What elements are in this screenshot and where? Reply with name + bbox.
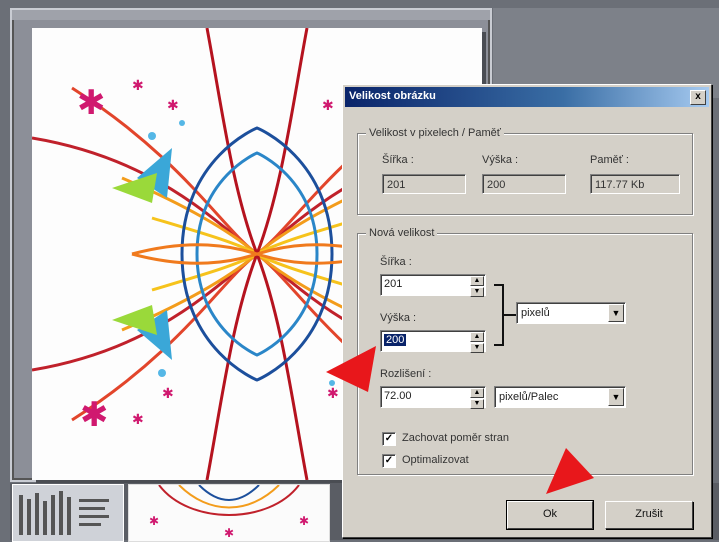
current-height-label: Výška : xyxy=(482,154,519,166)
new-height-value[interactable]: 200 xyxy=(384,334,407,346)
size-unit-select[interactable]: pixelů ▼ xyxy=(516,302,626,324)
spin-down-icon[interactable]: ▼ xyxy=(470,399,484,409)
dropdown-arrow-icon[interactable]: ▼ xyxy=(608,304,624,322)
resolution-label: Rozlišení : xyxy=(380,368,432,380)
aspect-link-bracket xyxy=(494,284,504,346)
annotation-arrow-icon xyxy=(546,448,594,494)
resolution-spin-buttons[interactable]: ▲ ▼ xyxy=(470,388,484,409)
memory-label: Paměť : xyxy=(590,154,629,166)
new-height-label: Výška : xyxy=(380,312,417,324)
new-width-value[interactable]: 201 xyxy=(384,278,402,290)
new-height-spinner[interactable]: 200 ▲ ▼ xyxy=(380,330,486,353)
image-thumbnail[interactable]: ✱ ✱ ✱ xyxy=(128,484,330,542)
optimize-label[interactable]: Optimalizovat xyxy=(402,454,469,466)
optimize-checkbox[interactable]: ✓ xyxy=(382,454,396,468)
resolution-spinner[interactable]: 72.00 ▲ ▼ xyxy=(380,386,486,409)
new-size-group: Nová velikost Šířka : 201 ▲ ▼ Výška : 20… xyxy=(357,227,693,475)
new-width-label: Šířka : xyxy=(380,256,412,268)
thumbnail-artwork: ✱ ✱ ✱ xyxy=(149,485,309,540)
image-size-dialog: Velikost obrázku x Velikost v pixelech /… xyxy=(342,84,712,538)
svg-text:✱: ✱ xyxy=(322,98,334,114)
aspect-link-stem xyxy=(504,314,516,316)
resolution-unit-value: pixelů/Palec xyxy=(499,391,559,403)
close-button[interactable]: x xyxy=(690,90,706,105)
size-unit-value: pixelů xyxy=(521,307,550,319)
memory-field: 117.77 Kb xyxy=(590,174,680,194)
new-width-spinner[interactable]: 201 ▲ ▼ xyxy=(380,274,486,297)
new-width-spin-buttons[interactable]: ▲ ▼ xyxy=(470,276,484,297)
svg-text:✱: ✱ xyxy=(149,514,159,528)
thumbnail-grid-icon xyxy=(19,491,109,535)
cancel-button[interactable]: Zrušit xyxy=(605,501,693,529)
spin-down-icon[interactable]: ▼ xyxy=(470,343,484,353)
resolution-unit-select[interactable]: pixelů/Palec ▼ xyxy=(494,386,626,408)
current-width-field: 201 xyxy=(382,174,466,194)
resolution-value[interactable]: 72.00 xyxy=(384,390,412,402)
keep-ratio-label[interactable]: Zachovat poměr stran xyxy=(402,432,509,444)
svg-text:✱: ✱ xyxy=(132,412,144,428)
pixel-size-memory-group: Velikost v pixelech / Paměť Šířka : 201 … xyxy=(357,127,693,215)
spin-up-icon[interactable]: ▲ xyxy=(470,388,484,398)
current-width-label: Šířka : xyxy=(382,154,414,166)
annotation-arrow-icon xyxy=(326,346,376,392)
svg-text:✱: ✱ xyxy=(77,83,106,123)
svg-text:✱: ✱ xyxy=(162,386,174,402)
pixel-size-memory-legend: Velikost v pixelech / Paměť xyxy=(366,127,504,139)
new-height-spin-buttons[interactable]: ▲ ▼ xyxy=(470,332,484,353)
dialog-titlebar[interactable]: Velikost obrázku x xyxy=(345,87,709,107)
dropdown-arrow-icon[interactable]: ▼ xyxy=(608,388,624,406)
svg-text:✱: ✱ xyxy=(224,526,234,540)
svg-text:✱: ✱ xyxy=(80,395,109,435)
spin-up-icon[interactable]: ▲ xyxy=(470,332,484,342)
svg-text:✱: ✱ xyxy=(167,98,179,114)
svg-text:✱: ✱ xyxy=(299,514,309,528)
svg-text:✱: ✱ xyxy=(132,78,144,94)
current-height-field: 200 xyxy=(482,174,566,194)
keep-ratio-checkbox[interactable]: ✓ xyxy=(382,432,396,446)
thumbnail-panel[interactable] xyxy=(12,484,124,542)
ok-button[interactable]: Ok xyxy=(506,500,594,530)
spin-up-icon[interactable]: ▲ xyxy=(470,276,484,286)
spin-down-icon[interactable]: ▼ xyxy=(470,287,484,297)
document-window-top-strip xyxy=(12,10,490,20)
new-size-legend: Nová velikost xyxy=(366,227,438,239)
dialog-title: Velikost obrázku xyxy=(349,90,436,102)
